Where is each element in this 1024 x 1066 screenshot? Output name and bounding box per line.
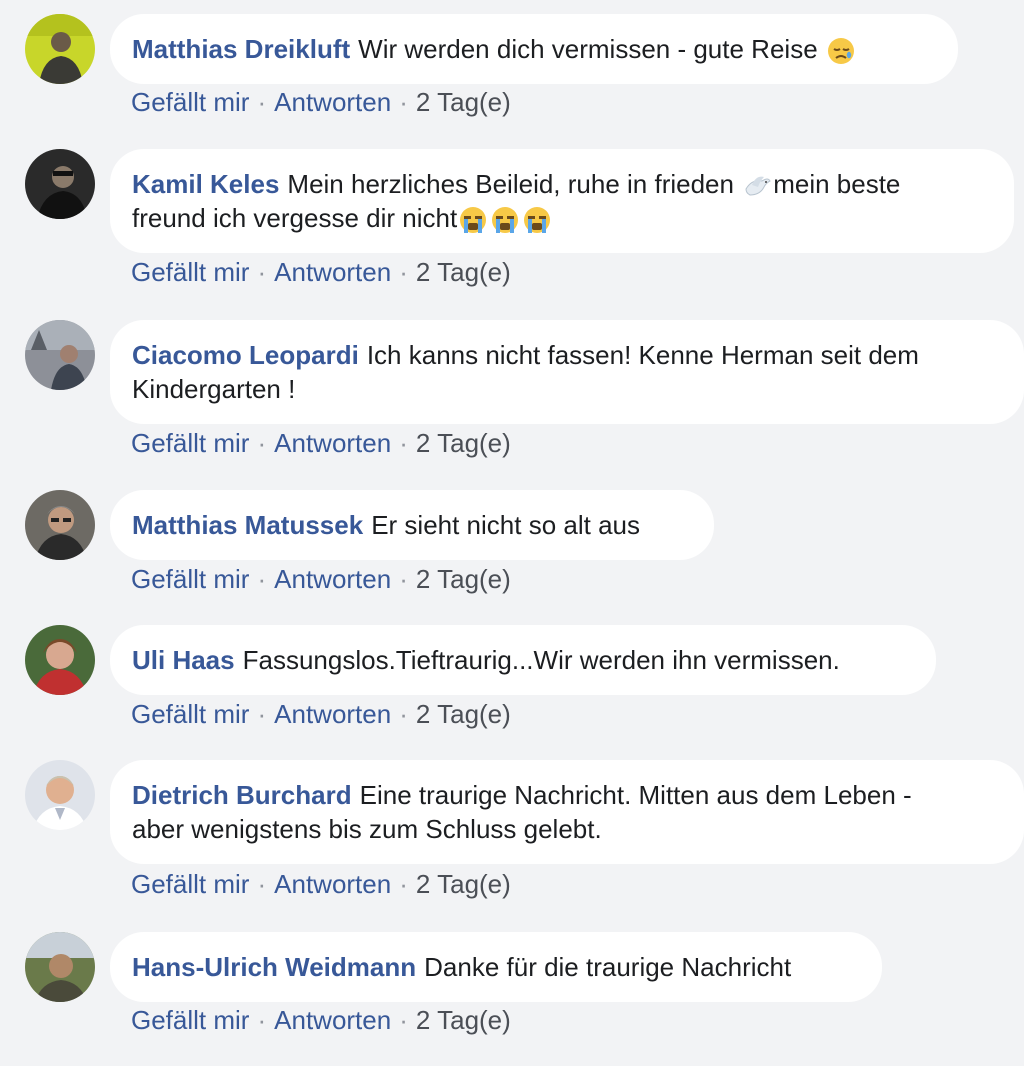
avatar[interactable] bbox=[25, 149, 95, 219]
avatar[interactable] bbox=[25, 625, 95, 695]
comment-timestamp[interactable]: 2 Tag(e) bbox=[416, 869, 511, 899]
separator-dot: · bbox=[257, 428, 267, 458]
separator-dot: · bbox=[399, 699, 408, 729]
reply-link[interactable]: Antworten bbox=[274, 87, 391, 117]
comment-bubble: Kamil Keles Mein herzliches Beileid, ruhe… bbox=[110, 149, 1014, 253]
like-link[interactable]: Gefällt mir bbox=[131, 869, 249, 899]
comment-actions: Gefällt mir · Antworten · 2 Tag(e) bbox=[131, 86, 511, 118]
comment-actions: Gefällt mir · Antworten · 2 Tag(e) bbox=[131, 256, 511, 288]
avatar-image bbox=[25, 760, 95, 830]
separator-dot: · bbox=[257, 564, 267, 594]
comment-bubble: Ciacomo Leopardi Ich kanns nicht fassen! … bbox=[110, 320, 1024, 424]
comment-bubble: Matthias Dreikluft Wir werden dich vermis… bbox=[110, 14, 958, 84]
reply-link[interactable]: Antworten bbox=[274, 564, 391, 594]
separator-dot: · bbox=[399, 257, 408, 287]
comment-author-link[interactable]: Matthias Dreikluft bbox=[132, 34, 350, 64]
like-link[interactable]: Gefällt mir bbox=[131, 257, 249, 287]
separator-dot: · bbox=[399, 428, 408, 458]
comment-text: Ich kanns nicht fassen! Kenne Herman sei… bbox=[366, 340, 919, 370]
comment-author-link[interactable]: Ciacomo Leopardi bbox=[132, 340, 359, 370]
separator-dot: · bbox=[257, 87, 267, 117]
reply-link[interactable]: Antworten bbox=[274, 869, 391, 899]
crying-emoji bbox=[490, 205, 520, 235]
comment-actions: Gefällt mir · Antworten · 2 Tag(e) bbox=[131, 427, 511, 459]
avatar[interactable] bbox=[25, 320, 95, 390]
avatar-image bbox=[25, 149, 95, 219]
comment-actions: Gefällt mir · Antworten · 2 Tag(e) bbox=[131, 698, 511, 730]
like-link[interactable]: Gefällt mir bbox=[131, 1005, 249, 1035]
crying-emoji bbox=[522, 205, 552, 235]
comment-text: Eine traurige Nachricht. Mitten aus dem … bbox=[359, 780, 912, 810]
separator-dot: · bbox=[399, 1005, 408, 1035]
comment-timestamp[interactable]: 2 Tag(e) bbox=[416, 428, 511, 458]
comment-actions: Gefällt mir · Antworten · 2 Tag(e) bbox=[131, 1004, 511, 1036]
avatar-image bbox=[25, 14, 95, 84]
comment-author-link[interactable]: Dietrich Burchard bbox=[132, 780, 352, 810]
comment-timestamp[interactable]: 2 Tag(e) bbox=[416, 699, 511, 729]
comment-bubble: Matthias Matussek Er sieht nicht so alt a… bbox=[110, 490, 714, 560]
comment-bubble: Uli Haas Fassungslos.Tieftraurig...Wir we… bbox=[110, 625, 936, 695]
comment-text: aber wenigstens bis zum Schluss gelebt. bbox=[132, 814, 602, 844]
like-link[interactable]: Gefällt mir bbox=[131, 87, 249, 117]
comment-actions: Gefällt mir · Antworten · 2 Tag(e) bbox=[131, 563, 511, 595]
comment-timestamp[interactable]: 2 Tag(e) bbox=[416, 564, 511, 594]
avatar-image bbox=[25, 320, 95, 390]
avatar-image bbox=[25, 932, 95, 1002]
reply-link[interactable]: Antworten bbox=[274, 1005, 391, 1035]
separator-dot: · bbox=[399, 869, 408, 899]
comment-thread: Matthias Dreikluft Wir werden dich vermis… bbox=[0, 0, 1024, 1066]
comment-author-link[interactable]: Matthias Matussek bbox=[132, 510, 363, 540]
avatar[interactable] bbox=[25, 760, 95, 830]
like-link[interactable]: Gefällt mir bbox=[131, 699, 249, 729]
avatar[interactable] bbox=[25, 932, 95, 1002]
comment-timestamp[interactable]: 2 Tag(e) bbox=[416, 257, 511, 287]
comment-text: Er sieht nicht so alt aus bbox=[371, 510, 640, 540]
comment-author-link[interactable]: Uli Haas bbox=[132, 645, 235, 675]
avatar[interactable] bbox=[25, 14, 95, 84]
avatar[interactable] bbox=[25, 490, 95, 560]
avatar-image bbox=[25, 490, 95, 560]
comment-text: Mein herzliches Beileid, ruhe in frieden bbox=[287, 169, 742, 199]
comment-bubble: Dietrich Burchard Eine traurige Nachricht… bbox=[110, 760, 1024, 864]
reply-link[interactable]: Antworten bbox=[274, 257, 391, 287]
separator-dot: · bbox=[257, 699, 267, 729]
comment-text: Fassungslos.Tieftraurig...Wir werden ihn… bbox=[242, 645, 840, 675]
comment-bubble: Hans-Ulrich Weidmann Danke für die trauri… bbox=[110, 932, 882, 1002]
separator-dot: · bbox=[399, 87, 408, 117]
sad-tear-emoji bbox=[826, 36, 856, 66]
comment-text: Wir werden dich vermissen - gute Reise bbox=[358, 34, 818, 64]
comment-text: freund ich vergesse dir nicht bbox=[132, 203, 458, 234]
comment-author-link[interactable]: Hans-Ulrich Weidmann bbox=[132, 952, 416, 982]
separator-dot: · bbox=[257, 257, 267, 287]
separator-dot: · bbox=[257, 1005, 267, 1035]
reply-link[interactable]: Antworten bbox=[274, 428, 391, 458]
dove-emoji bbox=[742, 171, 772, 201]
comment-author-link[interactable]: Kamil Keles bbox=[132, 169, 279, 199]
like-link[interactable]: Gefällt mir bbox=[131, 564, 249, 594]
comment-timestamp[interactable]: 2 Tag(e) bbox=[416, 87, 511, 117]
reply-link[interactable]: Antworten bbox=[274, 699, 391, 729]
crying-emoji bbox=[458, 205, 488, 235]
comment-timestamp[interactable]: 2 Tag(e) bbox=[416, 1005, 511, 1035]
like-link[interactable]: Gefällt mir bbox=[131, 428, 249, 458]
avatar-image bbox=[25, 625, 95, 695]
comment-text: mein beste bbox=[773, 169, 901, 199]
comment-text: Kindergarten ! bbox=[132, 374, 296, 404]
comment-text: Danke für die traurige Nachricht bbox=[424, 952, 792, 982]
comment-actions: Gefällt mir · Antworten · 2 Tag(e) bbox=[131, 868, 511, 900]
separator-dot: · bbox=[257, 869, 267, 899]
separator-dot: · bbox=[399, 564, 408, 594]
